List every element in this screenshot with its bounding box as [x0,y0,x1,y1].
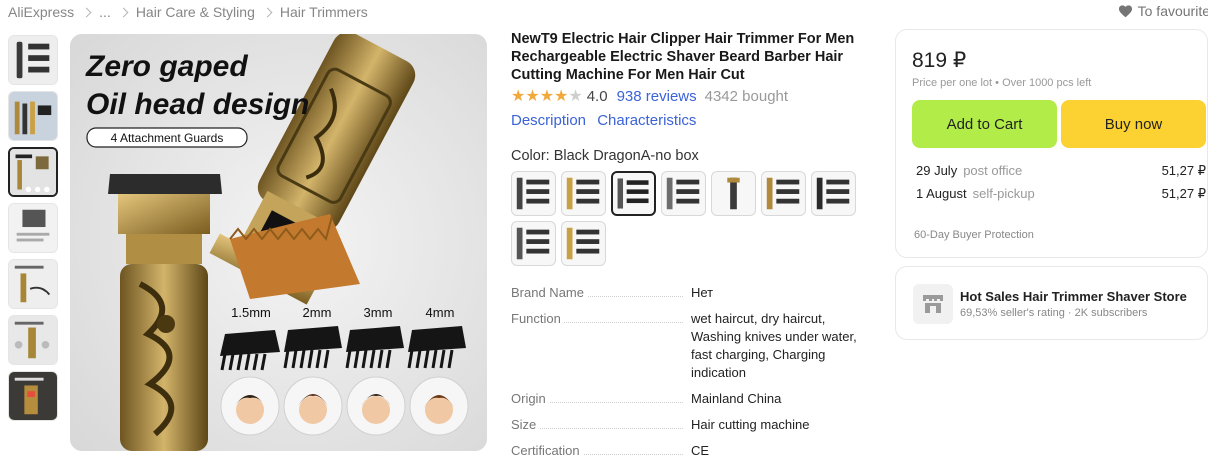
headline-line2: Oil head design [86,88,309,121]
color-swatch-6[interactable] [761,171,806,216]
shipping-method: self-pickup [972,186,1035,201]
buy-now-button[interactable]: Buy now [1061,100,1206,148]
thumbnail-list [8,35,60,427]
rating-score: 4.0 [586,88,608,105]
product-title: NewT9 Electric Hair Clipper Hair Trimmer… [511,31,855,83]
product-tabs: Description Characteristics [511,112,703,129]
shipping-date: 29 July [916,163,958,178]
spec-row: Brand Name Нет [511,284,871,302]
color-swatch-7[interactable] [811,171,856,216]
star-icon: ★ [525,87,540,105]
spec-key: Brand Name [511,285,587,300]
rating-stars: ★ ★ ★ ★ ★ [511,87,583,105]
store-icon [913,284,953,324]
star-empty-icon: ★ [568,87,583,105]
shipping-date: 1 August [916,186,967,201]
favourite-label: To favourite [1137,3,1208,19]
tab-description[interactable]: Description [511,112,586,129]
heart-icon [1118,5,1132,18]
shipping-option[interactable]: 1 August self-pickup 51,27 ₽ [916,186,1206,202]
color-swatch-4[interactable] [661,171,706,216]
buyer-protection[interactable]: 60-Day Buyer Protection [914,229,1034,241]
spec-value: Mainland China [691,391,782,406]
specifications: Brand Name Нет Function wet haircut, dry… [511,284,871,468]
shipping-price: 51,27 ₽ [1161,163,1206,178]
spec-row: Certification CE [511,442,871,460]
store-name[interactable]: Hot Sales Hair Trimmer Shaver Store [960,289,1187,304]
breadcrumb-hair-trimmers[interactable]: Hair Trimmers [280,4,368,20]
attachment-badge: 4 Attachment Guards [111,131,224,145]
rating-row: ★ ★ ★ ★ ★ 4.0 938 reviews 4342 bought [511,88,788,105]
chevron-right-icon [262,7,273,17]
guard-label: 1.5mm [231,305,271,320]
color-swatch-5[interactable] [711,171,756,216]
add-to-cart-button[interactable]: Add to Cart [912,100,1057,148]
spec-key: Function [511,311,564,326]
chevron-right-icon [118,7,129,17]
color-swatch-8[interactable] [511,221,556,266]
thumbnail-3-selected[interactable] [8,147,58,197]
spec-key: Size [511,417,540,432]
bought-count: 4342 bought [704,88,789,105]
breadcrumb-aliexpress[interactable]: AliExpress [8,4,74,20]
thumbnail-5[interactable] [8,259,58,309]
store-rating: 69,53% seller's rating [960,307,1065,319]
star-icon: ★ [554,87,569,105]
spec-row: Origin Mainland China [511,390,871,408]
breadcrumb-hair-care[interactable]: Hair Care & Styling [136,4,255,20]
chevron-right-icon [81,7,92,17]
thumbnail-4[interactable] [8,203,58,253]
thumbnail-6[interactable] [8,315,58,365]
breadcrumb-ellipsis[interactable]: ... [99,4,111,20]
favourite-button[interactable]: To favourite [1118,3,1208,19]
reviews-link[interactable]: 938 reviews [617,88,697,105]
color-swatch-2[interactable] [561,171,606,216]
star-icon: ★ [511,87,526,105]
guard-label: 2mm [303,305,332,320]
tab-characteristics[interactable]: Characteristics [597,112,696,129]
star-icon: ★ [539,87,555,105]
store-subscribers: 2K subscribers [1074,307,1148,319]
main-product-image[interactable]: Zero gaped Oil head design 4 Attachment … [70,34,487,451]
spec-row: Size Hair cutting machine [511,416,871,434]
color-swatch-9[interactable] [561,221,606,266]
store-stats: 69,53% seller's rating · 2K subscribers [960,307,1147,319]
color-label: Color: Black DragonA-no box [511,148,699,164]
guard-label: 3mm [364,305,393,320]
shipping-option[interactable]: 29 July post office 51,27 ₽ [916,163,1206,179]
store-card[interactable]: Hot Sales Hair Trimmer Shaver Store 69,5… [895,266,1208,340]
spec-value: Нет [691,285,714,300]
spec-value: CE [691,443,710,458]
color-swatch-1[interactable] [511,171,556,216]
spec-value: Hair cutting machine [691,417,810,432]
color-swatches [511,171,871,266]
shipping-price: 51,27 ₽ [1161,186,1206,201]
thumbnail-2[interactable] [8,91,58,141]
price-subtext: Price per one lot • Over 1000 pcs left [912,77,1092,89]
price: 819 ₽ [912,49,967,72]
thumbnail-7[interactable] [8,371,58,421]
spec-key: Certification [511,443,583,458]
dot-separator: · [1067,307,1075,319]
headline-line1: Zero gaped [85,50,248,83]
breadcrumb: AliExpress ... Hair Care & Styling Hair … [8,3,368,21]
spec-value: wet haircut, dry haircut, Washing knives… [691,311,857,380]
color-swatch-3-selected[interactable] [611,171,656,216]
spec-key: Origin [511,391,549,406]
buy-box: 819 ₽ Price per one lot • Over 1000 pcs … [895,29,1208,258]
thumbnail-1[interactable] [8,35,58,85]
guard-label: 4mm [426,305,455,320]
shipping-method: post office [963,163,1023,178]
spec-row: Function wet haircut, dry haircut, Washi… [511,310,871,382]
